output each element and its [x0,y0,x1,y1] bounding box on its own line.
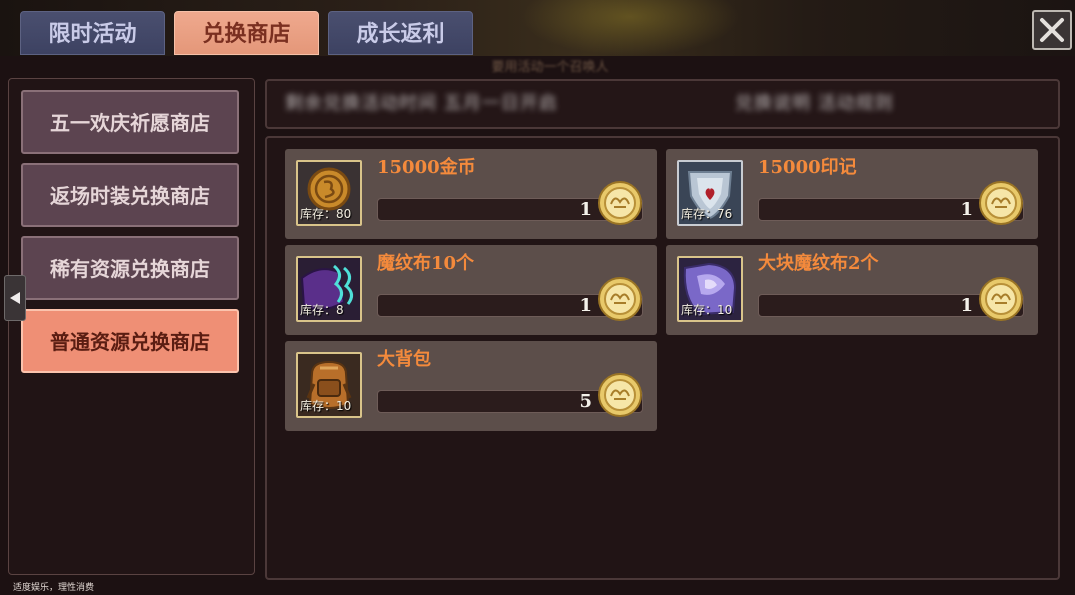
collapse-handle[interactable] [4,275,26,321]
item-icon-frame: 库存：8 [296,256,362,322]
top-bar-glow [520,0,740,56]
tab-exchange-store[interactable]: 兑换商店 [174,11,319,55]
stock-label: 库存：76 [681,207,733,221]
exchange-coin-icon [598,181,642,225]
item-icon-frame: 库存：10 [677,256,743,322]
price-value: 1 [960,295,973,316]
shop-item-rare[interactable]: 稀有资源兑换商店 [21,236,239,300]
price-value: 5 [579,391,592,412]
exchange-coin-icon [598,277,642,321]
exchange-coin-icon [598,373,642,417]
arrow-left-icon [10,292,20,304]
stock-label: 库存：10 [681,303,733,317]
item-name: 15000印记 [758,157,857,178]
price-value: 1 [579,199,592,220]
item-name: 15000金币 [377,157,476,178]
item-card[interactable]: 库存：76 15000印记 1 [666,149,1038,239]
price-value: 1 [960,199,973,220]
item-icon-frame: 库存：80 [296,160,362,226]
stock-label: 库存：8 [300,303,344,317]
item-icon-frame: 库存：76 [677,160,743,226]
price-value: 1 [579,295,592,316]
items-panel: 库存：80 15000金币 1 库存：76 15000印记 1 库存：8 魔纹布… [265,136,1060,580]
tab-limited-event[interactable]: 限时活动 [20,11,165,55]
exchange-coin-icon [979,277,1023,321]
item-card[interactable]: 库存：80 15000金币 1 [285,149,657,239]
exchange-coin-icon [979,181,1023,225]
close-button[interactable] [1032,10,1072,50]
stock-label: 库存：80 [300,207,352,221]
tab-growth-rebate[interactable]: 成长返利 [328,11,473,55]
item-icon-frame: 库存：10 [296,352,362,418]
shop-item-common[interactable]: 普通资源兑换商店 [21,309,239,373]
shop-item-wishing[interactable]: 五一欢庆祈愿商店 [21,90,239,154]
item-name: 大块魔纹布2个 [758,253,879,274]
item-name: 大背包 [377,349,431,370]
item-card[interactable]: 库存：10 大背包 5 [285,341,657,431]
close-icon [1040,18,1064,42]
item-card[interactable]: 库存：10 大块魔纹布2个 1 [666,245,1038,335]
shop-list-panel: 五一欢庆祈愿商店 返场时装兑换商店 稀有资源兑换商店 普通资源兑换商店 [8,78,255,575]
header-left-text: 剩余兑换活动时间 五月一日开启 [285,93,558,114]
stock-label: 库存：10 [300,399,352,413]
item-card[interactable]: 库存：8 魔纹布10个 1 [285,245,657,335]
footer-note: 适度娱乐，理性消费 [13,583,95,593]
header-right-text: 兑换说明 活动规则 [735,93,894,114]
item-name: 魔纹布10个 [377,253,475,274]
top-subtitle: 要用活动一个召唤人 [491,60,609,75]
shop-item-fashion[interactable]: 返场时装兑换商店 [21,163,239,227]
info-header: 剩余兑换活动时间 五月一日开启 兑换说明 活动规则 [265,79,1060,129]
